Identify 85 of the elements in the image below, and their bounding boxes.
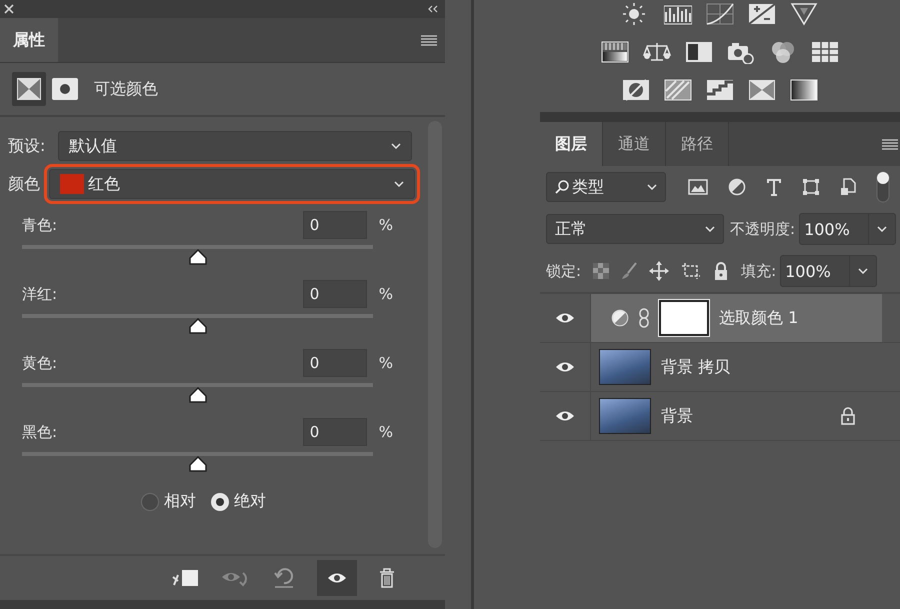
eye-icon[interactable] — [555, 410, 575, 422]
opacity-label: 不透明度: — [730, 220, 796, 238]
checkerboard-icon[interactable] — [593, 263, 610, 279]
layer-row[interactable]: 背景 — [591, 392, 882, 440]
eye-icon[interactable] — [555, 361, 575, 373]
preset-dropdown[interactable]: 默认值 — [58, 131, 412, 161]
mask-thumbnail — [659, 300, 709, 336]
colors-label: 颜色 — [8, 174, 41, 194]
radio-option[interactable]: 相对 — [140, 491, 196, 512]
hourglass-icon — [17, 78, 41, 100]
triangle-icon[interactable] — [790, 2, 818, 26]
clip-layer-icon[interactable] — [171, 569, 199, 587]
lock-icon[interactable] — [713, 262, 730, 280]
move-icon[interactable] — [649, 261, 670, 281]
chevron-down-icon — [705, 226, 715, 232]
hourglass-icon[interactable] — [748, 78, 776, 102]
menu-icon[interactable] — [882, 138, 898, 150]
search-icon — [555, 180, 569, 194]
percent-unit: % — [378, 285, 393, 303]
value-input[interactable]: 0 — [302, 280, 367, 308]
curves-icon[interactable] — [706, 2, 734, 26]
layer-row[interactable]: 选取颜色 1 — [591, 294, 882, 342]
gradient-icon[interactable] — [790, 78, 818, 102]
slider-label: 青色: — [22, 216, 58, 234]
close-icon[interactable] — [4, 4, 14, 14]
percent-unit: % — [378, 216, 393, 234]
diagonal-stripes-icon[interactable] — [664, 78, 692, 102]
panel-tab[interactable]: 图层 — [540, 122, 603, 166]
value-input[interactable]: 0 — [302, 349, 367, 377]
colors-dropdown[interactable]: 红色 — [49, 169, 415, 199]
value-input[interactable]: 0 — [302, 418, 367, 446]
toggle-switch[interactable] — [876, 171, 890, 203]
filter-dropdown[interactable]: 类型 — [546, 172, 666, 202]
transform-box-icon[interactable] — [802, 178, 820, 196]
adjustment-title: 可选颜色 — [94, 78, 158, 100]
percent-unit: % — [378, 423, 393, 441]
stairs-icon[interactable] — [706, 78, 734, 102]
percent-unit: % — [378, 354, 393, 372]
value-input[interactable]: 0 — [302, 211, 367, 239]
layer-row[interactable]: 背景 拷贝 — [591, 343, 882, 391]
image-icon[interactable] — [688, 179, 708, 195]
chevron-down-icon — [647, 184, 657, 190]
grid-icon[interactable] — [811, 40, 839, 64]
document-icon[interactable] — [840, 178, 856, 196]
overlapping-circles-icon[interactable] — [769, 40, 797, 64]
blend-mode-dropdown[interactable]: 正常 — [546, 214, 724, 244]
chevron-down-icon — [391, 143, 401, 149]
eye-icon[interactable] — [555, 312, 575, 324]
chevron-down-icon — [394, 181, 404, 187]
photo-placeholder — [599, 398, 651, 434]
opacity-field[interactable]: 100% — [799, 213, 896, 245]
half-circle-icon[interactable] — [728, 178, 746, 196]
camera-icon[interactable] — [727, 40, 755, 64]
lock-label: 锁定: — [546, 262, 582, 280]
half-circle-icon — [611, 309, 629, 327]
adjustment-button[interactable] — [12, 72, 46, 106]
crop-icon[interactable] — [681, 262, 702, 280]
balance-scale-icon[interactable] — [643, 40, 671, 64]
slider-label: 黄色: — [22, 354, 58, 372]
slider-label: 黑色: — [22, 422, 58, 442]
chevron-down-icon — [858, 268, 868, 274]
layer-name: 背景 拷贝 — [661, 356, 730, 378]
trash-icon[interactable] — [379, 568, 395, 588]
layer-name: 背景 — [661, 406, 693, 426]
radio-option[interactable]: 绝对 — [210, 491, 266, 512]
fill-label: 填充: — [741, 262, 776, 280]
mask-icon[interactable] — [52, 78, 78, 100]
collapse-icon[interactable] — [427, 5, 439, 13]
eye-icon[interactable] — [327, 572, 347, 584]
panel-tab[interactable]: 属性 — [0, 18, 58, 62]
reset-icon[interactable] — [273, 568, 295, 588]
gradient-map-icon[interactable] — [601, 40, 629, 64]
half-square-icon[interactable] — [685, 40, 713, 64]
invert-icon[interactable] — [622, 78, 650, 102]
chain-link-icon — [639, 308, 649, 328]
photo-placeholder — [599, 349, 651, 385]
brush-icon[interactable] — [621, 262, 638, 280]
chevron-down-icon — [877, 226, 888, 232]
type-icon[interactable] — [766, 178, 782, 196]
layer-name: 选取颜色 1 — [719, 308, 798, 328]
preset-label: 预设: — [8, 136, 46, 156]
slider-label: 洋红: — [22, 284, 58, 304]
exposure-icon[interactable] — [748, 2, 776, 26]
menu-icon[interactable] — [421, 34, 437, 46]
fill-field[interactable]: 100% — [780, 255, 878, 287]
